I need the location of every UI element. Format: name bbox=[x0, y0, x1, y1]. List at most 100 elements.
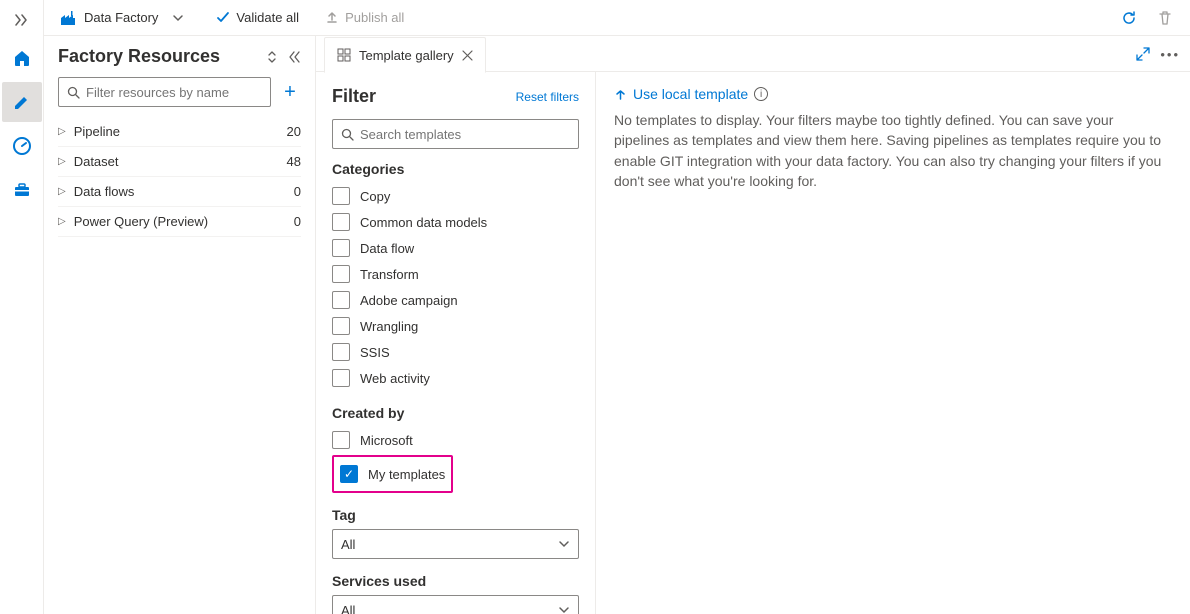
nav-manage[interactable] bbox=[2, 170, 42, 210]
created-by-label: Microsoft bbox=[360, 433, 413, 448]
tab-strip: Template gallery ••• bbox=[316, 36, 1190, 72]
upload-arrow-icon bbox=[614, 88, 627, 101]
factory-icon bbox=[60, 10, 76, 26]
refresh-button[interactable] bbox=[1114, 3, 1144, 33]
tag-label: Tag bbox=[332, 507, 579, 523]
category-checkbox[interactable]: Copy bbox=[332, 183, 579, 209]
category-checkbox[interactable]: Wrangling bbox=[332, 313, 579, 339]
category-checkbox[interactable]: Data flow bbox=[332, 235, 579, 261]
checkbox-icon bbox=[332, 343, 350, 361]
category-checkbox[interactable]: Adobe campaign bbox=[332, 287, 579, 313]
nav-monitor[interactable] bbox=[2, 126, 42, 166]
category-label: SSIS bbox=[360, 345, 390, 360]
use-local-template-link[interactable]: Use local template i bbox=[614, 86, 1172, 102]
chevron-right-icon: ▷ bbox=[58, 186, 66, 197]
tab-close-button[interactable] bbox=[462, 50, 473, 61]
resource-group-count: 48 bbox=[287, 154, 301, 169]
checkbox-icon bbox=[332, 317, 350, 335]
resources-collapse-toggle[interactable] bbox=[265, 50, 279, 64]
search-icon bbox=[341, 128, 354, 141]
chevron-right-icon: ▷ bbox=[58, 126, 66, 137]
checkbox-icon bbox=[332, 239, 350, 257]
chevron-updown-icon bbox=[265, 50, 279, 64]
reset-filters-link[interactable]: Reset filters bbox=[516, 90, 579, 104]
highlighted-filter: ✓ My templates bbox=[332, 455, 453, 493]
nav-home[interactable] bbox=[2, 38, 42, 78]
resource-group-count: 0 bbox=[294, 214, 301, 229]
search-icon bbox=[67, 86, 80, 99]
fullscreen-button[interactable] bbox=[1136, 47, 1150, 61]
chevron-down-icon bbox=[172, 12, 184, 24]
tag-select[interactable]: All bbox=[332, 529, 579, 559]
services-label: Services used bbox=[332, 573, 579, 589]
info-icon[interactable]: i bbox=[754, 87, 768, 101]
workspace-name: Data Factory bbox=[84, 10, 158, 25]
validate-all-label: Validate all bbox=[236, 10, 299, 25]
workspace-switcher[interactable]: Data Factory bbox=[54, 10, 200, 26]
category-checkbox[interactable]: SSIS bbox=[332, 339, 579, 365]
resource-group[interactable]: ▷ Dataset 48 bbox=[58, 147, 301, 177]
home-icon bbox=[12, 48, 32, 68]
filter-panel: Filter Reset filters Categories Copy Comm… bbox=[316, 72, 596, 614]
tab-label: Template gallery bbox=[359, 48, 454, 63]
left-nav-rail bbox=[0, 0, 44, 614]
validate-all-button[interactable]: Validate all bbox=[206, 6, 309, 29]
chevron-right-icon: ▷ bbox=[58, 156, 66, 167]
template-search-input[interactable] bbox=[360, 127, 570, 142]
created-by-checkbox[interactable]: Microsoft bbox=[332, 427, 579, 453]
category-label: Wrangling bbox=[360, 319, 418, 334]
checkbox-icon bbox=[332, 291, 350, 309]
category-label: Data flow bbox=[360, 241, 414, 256]
resource-group-label: Power Query (Preview) bbox=[74, 214, 208, 229]
services-value: All bbox=[341, 603, 355, 614]
expand-icon bbox=[1136, 47, 1150, 61]
chevron-down-icon bbox=[558, 604, 570, 614]
expand-rail-button[interactable] bbox=[2, 6, 42, 34]
category-label: Transform bbox=[360, 267, 419, 282]
template-search-box[interactable] bbox=[332, 119, 579, 149]
resource-group[interactable]: ▷ Pipeline 20 bbox=[58, 117, 301, 147]
publish-all-button[interactable]: Publish all bbox=[315, 6, 414, 29]
checkbox-icon bbox=[332, 369, 350, 387]
checkbox-icon: ✓ bbox=[340, 465, 358, 483]
pencil-icon bbox=[12, 92, 32, 112]
category-label: Copy bbox=[360, 189, 390, 204]
checkbox-icon bbox=[332, 213, 350, 231]
resources-title: Factory Resources bbox=[58, 46, 220, 67]
category-checkbox[interactable]: Transform bbox=[332, 261, 579, 287]
checkmark-icon bbox=[216, 11, 230, 25]
category-label: Adobe campaign bbox=[360, 293, 458, 308]
checkbox-icon bbox=[332, 265, 350, 283]
chevron-right-double-icon bbox=[15, 13, 29, 27]
close-icon bbox=[462, 50, 473, 61]
resources-filter-box[interactable] bbox=[58, 77, 271, 107]
resource-group-label: Dataset bbox=[74, 154, 119, 169]
tag-value: All bbox=[341, 537, 355, 552]
category-checkbox[interactable]: Web activity bbox=[332, 365, 579, 391]
checkbox-icon bbox=[332, 431, 350, 449]
nav-author[interactable] bbox=[2, 82, 42, 122]
resources-filter-input[interactable] bbox=[86, 85, 262, 100]
resources-pin-toggle[interactable] bbox=[287, 50, 301, 64]
services-select[interactable]: All bbox=[332, 595, 579, 614]
refresh-icon bbox=[1121, 10, 1137, 26]
category-label: Web activity bbox=[360, 371, 430, 386]
top-toolbar: Data Factory Validate all Publish all bbox=[44, 0, 1190, 36]
created-by-checkbox[interactable]: ✓ My templates bbox=[340, 461, 445, 487]
resource-group-label: Pipeline bbox=[74, 124, 120, 139]
resource-group[interactable]: ▷Data flows0 bbox=[58, 177, 301, 207]
tab-template-gallery[interactable]: Template gallery bbox=[324, 37, 486, 73]
created-by-label: My templates bbox=[368, 467, 445, 482]
chevron-left-double-icon bbox=[287, 50, 301, 64]
categories-label: Categories bbox=[332, 161, 579, 177]
resource-group[interactable]: ▷Power Query (Preview)0 bbox=[58, 207, 301, 237]
category-checkbox[interactable]: Common data models bbox=[332, 209, 579, 235]
use-local-template-label: Use local template bbox=[633, 86, 748, 102]
add-resource-button[interactable]: + bbox=[279, 81, 301, 104]
discard-button[interactable] bbox=[1150, 3, 1180, 33]
trash-icon bbox=[1157, 10, 1173, 26]
resource-group-count: 20 bbox=[287, 124, 301, 139]
tab-overflow-button[interactable]: ••• bbox=[1160, 47, 1180, 62]
filter-heading: Filter bbox=[332, 86, 376, 107]
category-label: Common data models bbox=[360, 215, 487, 230]
